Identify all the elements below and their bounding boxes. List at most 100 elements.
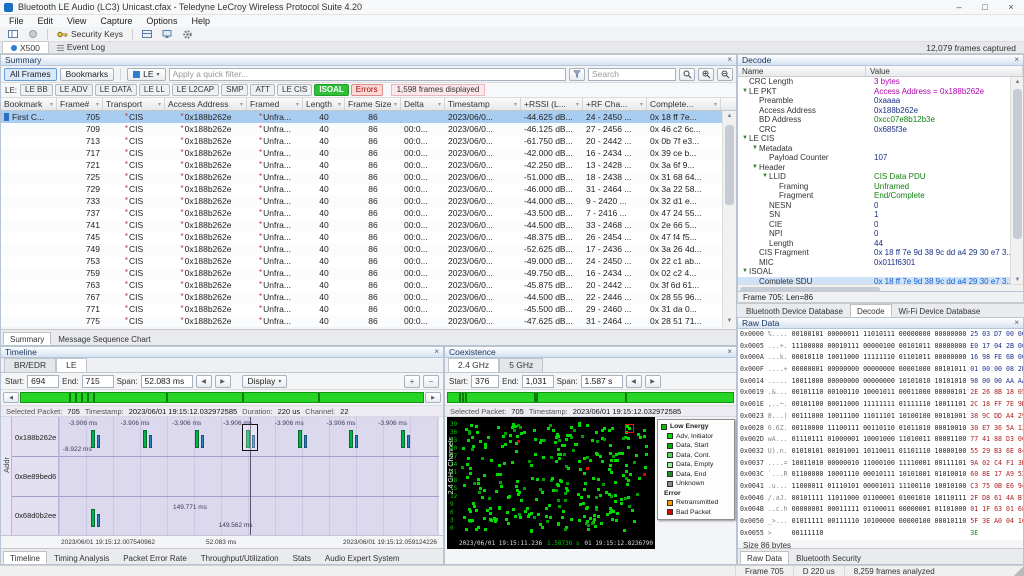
packet-bar[interactable] bbox=[91, 509, 95, 527]
decode-row-header[interactable]: ▼Header bbox=[738, 163, 1010, 173]
packet-bar[interactable] bbox=[149, 435, 152, 448]
table-row-frame-745[interactable]: 745*CIS*0x188b262e*Unfra...408600:0...20… bbox=[1, 231, 722, 243]
display-button[interactable]: Display▾ bbox=[242, 375, 288, 388]
table-row-frame-753[interactable]: 753*CIS*0x188b262e*Unfra...408600:0...20… bbox=[1, 255, 722, 267]
tree-expander-icon[interactable]: ▼ bbox=[741, 87, 749, 97]
tab-packet-error-rate[interactable]: Packet Error Rate bbox=[116, 551, 194, 564]
decode-row-payload-counter[interactable]: Payload Counter107 bbox=[738, 153, 1010, 163]
settings-button[interactable] bbox=[178, 28, 197, 41]
tree-expander-icon[interactable]: ▼ bbox=[741, 134, 749, 144]
layout-button[interactable] bbox=[4, 28, 22, 41]
maximize-button[interactable]: □ bbox=[972, 0, 998, 15]
security-keys-button[interactable]: Security Keys bbox=[53, 28, 127, 41]
decode-row-le-pkt[interactable]: ▼LE PKTAccess Address = 0x188b262e bbox=[738, 87, 1010, 97]
tab-timing-analysis[interactable]: Timing Analysis bbox=[47, 551, 116, 564]
tab-message-sequence-chart[interactable]: Message Sequence Chart bbox=[51, 332, 158, 345]
menu-view[interactable]: View bbox=[60, 15, 93, 27]
decode-row-sn[interactable]: SN1 bbox=[738, 210, 1010, 220]
tree-expander-icon[interactable]: ▼ bbox=[741, 267, 749, 277]
column-filter-icon[interactable]: ▾ bbox=[96, 101, 99, 108]
filter-chip-le-l2cap[interactable]: LE L2CAP bbox=[172, 84, 219, 96]
quick-filter-input[interactable] bbox=[169, 68, 566, 81]
filter-chip-le-bb[interactable]: LE BB bbox=[20, 84, 53, 96]
le-filter-combo[interactable]: LE▾ bbox=[127, 68, 165, 81]
column-filter-icon[interactable]: ▾ bbox=[714, 101, 717, 108]
decode-row-cie[interactable]: CIE0 bbox=[738, 220, 1010, 230]
decode-row-npi[interactable]: NPI0 bbox=[738, 229, 1010, 239]
packet-bar[interactable] bbox=[97, 435, 100, 448]
timeline-zoom-in-button[interactable]: + bbox=[404, 375, 420, 388]
decode-row-fragment[interactable]: FragmentEnd/Complete bbox=[738, 191, 1010, 201]
table-row-frame-717[interactable]: 717*CIS*0x188b262e*Unfra...408600:0...20… bbox=[1, 147, 722, 159]
column-header-length[interactable]: Length▾ bbox=[303, 98, 345, 110]
decode-row-framing[interactable]: FramingUnframed bbox=[738, 182, 1010, 192]
column-header-frame[interactable]: Frame#▾ bbox=[57, 98, 103, 110]
close-icon[interactable]: × bbox=[727, 347, 732, 357]
pan-left-button[interactable]: ◀ bbox=[196, 375, 212, 388]
decode-row-crc[interactable]: CRC0x685f3e bbox=[738, 125, 1010, 135]
column-header-rssi-l[interactable]: +RSSI (L...▾ bbox=[521, 98, 583, 110]
close-icon[interactable]: × bbox=[1014, 318, 1019, 328]
table-row-frame-729[interactable]: 729*CIS*0x188b262e*Unfra...408600:0...20… bbox=[1, 183, 722, 195]
filter-chip-errors[interactable]: Errors bbox=[351, 84, 383, 96]
coex-pan-right-button[interactable]: ▶ bbox=[645, 375, 661, 388]
menu-edit[interactable]: Edit bbox=[31, 15, 61, 27]
timeline-tab-br-edr[interactable]: BR/EDR bbox=[4, 358, 56, 372]
filter-chip-le-data[interactable]: LE DATA bbox=[95, 84, 137, 96]
timeline-overview-bar[interactable] bbox=[20, 392, 424, 403]
search-input[interactable] bbox=[588, 68, 676, 81]
decode-row-mic[interactable]: MIC0x011f6301 bbox=[738, 258, 1010, 268]
table-row-frame-733[interactable]: 733*CIS*0x188b262e*Unfra...408600:0...20… bbox=[1, 195, 722, 207]
menu-file[interactable]: File bbox=[2, 15, 31, 27]
overview-left-arrow[interactable]: ◀ bbox=[3, 392, 19, 403]
coex-tab-2-4-ghz[interactable]: 2.4 GHz bbox=[448, 358, 499, 372]
doc-tab-event-log[interactable]: Event Log bbox=[49, 41, 113, 53]
tab-audio-expert-system[interactable]: Audio Expert System bbox=[318, 551, 407, 564]
tab-timeline[interactable]: Timeline bbox=[3, 551, 47, 564]
decode-row-length[interactable]: Length44 bbox=[738, 239, 1010, 249]
filter-chip-le-adv[interactable]: LE ADV bbox=[55, 84, 93, 96]
coex-pan-left-button[interactable]: ◀ bbox=[626, 375, 642, 388]
summary-table-scrollbar[interactable]: ▲ ▼ bbox=[722, 111, 736, 327]
window-split-button[interactable] bbox=[138, 28, 156, 41]
table-row-frame-725[interactable]: 725*CIS*0x188b262e*Unfra...408600:0...20… bbox=[1, 171, 722, 183]
table-row-frame-763[interactable]: 763*CIS*0x188b262e*Unfra...408600:0...20… bbox=[1, 279, 722, 291]
start-input[interactable] bbox=[27, 375, 59, 388]
start-capture-button[interactable] bbox=[24, 28, 42, 41]
menu-help[interactable]: Help bbox=[184, 15, 217, 27]
filter-chip-att[interactable]: ATT bbox=[250, 84, 275, 96]
end-input[interactable] bbox=[82, 375, 114, 388]
column-header-delta[interactable]: Delta▾ bbox=[401, 98, 445, 110]
packet-bar[interactable] bbox=[298, 430, 302, 448]
coexistence-overview-bar[interactable] bbox=[447, 392, 734, 403]
table-row-frame-737[interactable]: 737*CIS*0x188b262e*Unfra...408600:0...20… bbox=[1, 207, 722, 219]
decode-scrollbar-vertical[interactable]: ▲ ▼ bbox=[1010, 77, 1023, 286]
table-row-frame-759[interactable]: 759*CIS*0x188b262e*Unfra...408600:0...20… bbox=[1, 267, 722, 279]
coex-span-input[interactable] bbox=[581, 375, 623, 388]
decode-panel-header[interactable]: Decode × bbox=[738, 55, 1023, 66]
menu-options[interactable]: Options bbox=[139, 15, 184, 27]
tab-stats[interactable]: Stats bbox=[286, 551, 318, 564]
filter-funnel-button[interactable] bbox=[569, 68, 585, 81]
decode-row-preamble[interactable]: Preamble0xaaaa bbox=[738, 96, 1010, 106]
minimize-button[interactable]: – bbox=[946, 0, 972, 15]
decode-row-access-address[interactable]: Access Address0x188b262e bbox=[738, 106, 1010, 116]
decode-row-cis-fragment[interactable]: CIS Fragment0x 18 ff 7e 9d 38 9c dd a4 2… bbox=[738, 248, 1010, 258]
tab-wi-fi-device-database[interactable]: Wi-Fi Device Database bbox=[892, 304, 988, 317]
menu-capture[interactable]: Capture bbox=[93, 15, 139, 27]
decode-row-llid[interactable]: ▼LLIDCIS Data PDU bbox=[738, 172, 1010, 182]
packet-bar[interactable] bbox=[401, 430, 405, 448]
tab-bluetooth-security[interactable]: Bluetooth Security bbox=[789, 551, 868, 564]
close-icon[interactable]: × bbox=[1014, 55, 1019, 65]
decode-row-crc-length[interactable]: CRC Length3 bytes bbox=[738, 77, 1010, 87]
table-row-frame-775[interactable]: 775*CIS*0x188b262e*Unfra...408600:0...20… bbox=[1, 315, 722, 327]
timeline-tab-le[interactable]: LE bbox=[56, 358, 86, 372]
column-filter-icon[interactable]: ▾ bbox=[576, 101, 579, 108]
resize-grip[interactable] bbox=[1014, 566, 1024, 576]
close-icon[interactable]: × bbox=[727, 55, 732, 65]
column-filter-icon[interactable]: ▾ bbox=[514, 101, 517, 108]
decode-row-le-cis[interactable]: ▼LE CIS bbox=[738, 134, 1010, 144]
decode-value-header[interactable]: Value bbox=[866, 66, 1023, 76]
decode-row-nesn[interactable]: NESN0 bbox=[738, 201, 1010, 211]
table-row-frame-749[interactable]: 749*CIS*0x188b262e*Unfra...408600:0...20… bbox=[1, 243, 722, 255]
